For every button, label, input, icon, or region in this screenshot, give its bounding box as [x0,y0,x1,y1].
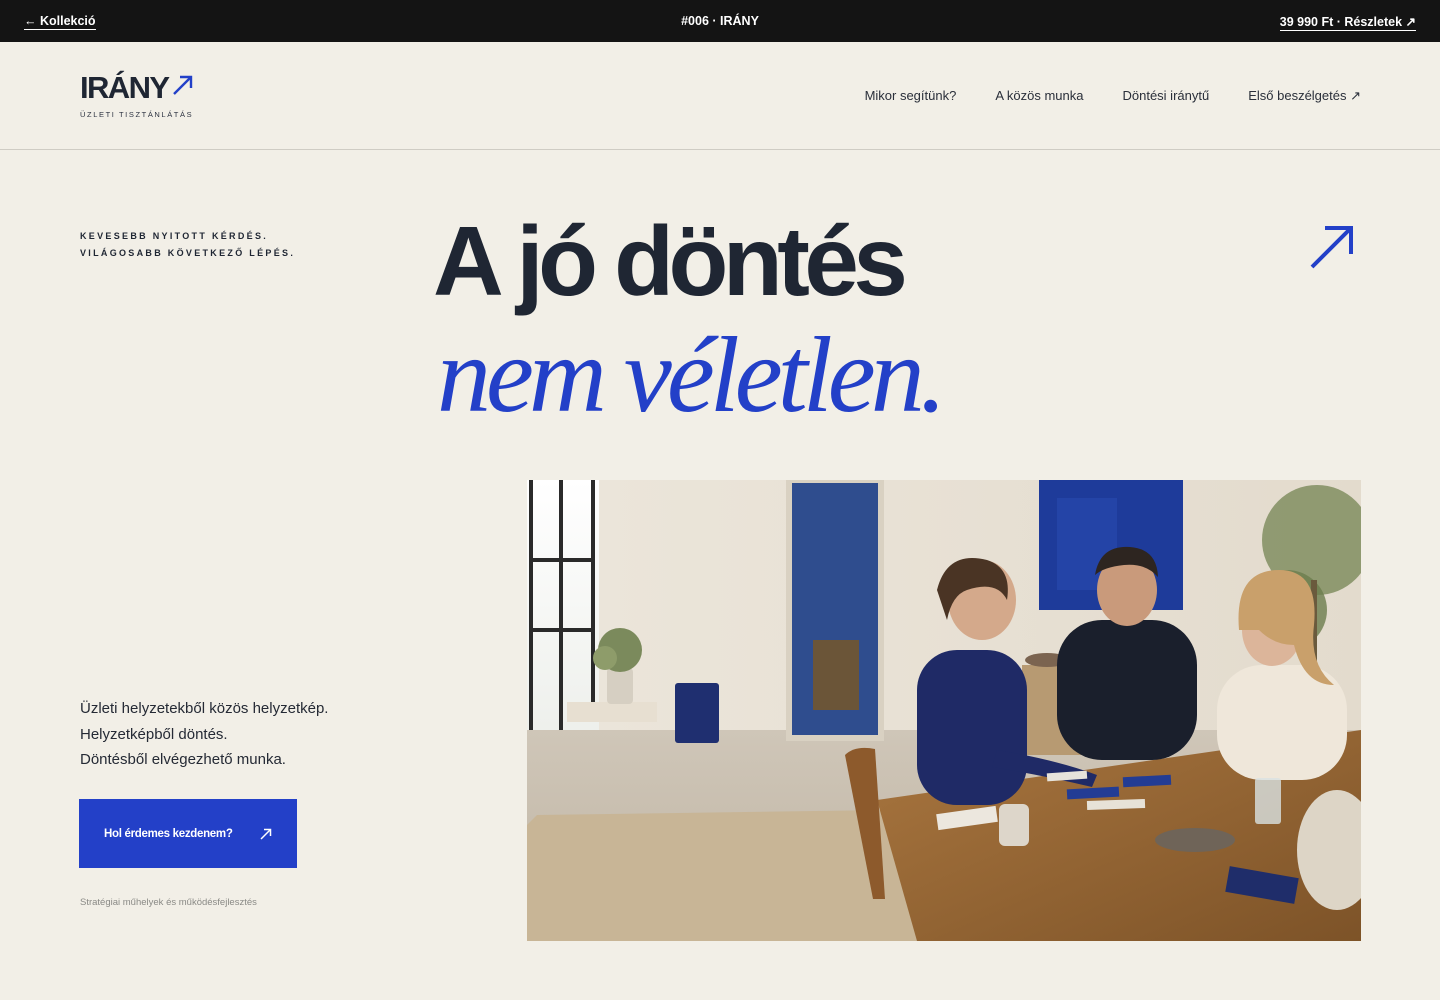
eyebrow-line: VILÁGOSABB KÖVETKEZŐ LÉPÉS. [80,248,296,258]
product-id-label: #006 · IRÁNY [681,14,759,28]
arrow-up-right-icon [173,75,193,95]
arrow-up-right-icon [1310,226,1353,269]
site-header: IRÁNY ÜZLETI TISZTÁNLÁTÁS Mikor segítünk… [0,42,1440,150]
hero-headline-accent: nem véletlen. [437,316,947,435]
hero-footnote: Stratégiai műhelyek és működésfejlesztés [80,897,257,908]
logo-tagline: ÜZLETI TISZTÁNLÁTÁS [80,110,194,119]
lead-line: Helyzetképből döntés. [80,725,228,743]
arrow-up-right-icon [260,828,272,840]
eyebrow-line: KEVESEBB NYITOTT KÉRDÉS. [80,231,269,241]
hero-eyebrow: KEVESEBB NYITOTT KÉRDÉS. VILÁGOSABB KÖVE… [80,228,295,262]
nav-item-decision-compass[interactable]: Döntési iránytű [1122,88,1209,104]
nav-item-when-we-help[interactable]: Mikor segítünk? [865,88,957,104]
top-bar: ← Kollekció #006 · IRÁNY 39 990 Ft · Rés… [0,0,1440,42]
hero-lead: Üzleti helyzetekből közös helyzetkép. He… [80,696,328,773]
hero-photo [527,480,1361,941]
logo-wordmark: IRÁNY [80,70,170,105]
lead-line: Döntésből elvégezhető munka. [80,751,286,768]
where-to-start-button[interactable]: Hol érdemes kezdenem? [79,799,297,868]
main-nav: Mikor segítünk? A közös munka Döntési ir… [865,88,1361,104]
nav-item-first-conversation[interactable]: Első beszélgetés ↗ [1248,88,1361,104]
logo[interactable]: IRÁNY ÜZLETI TISZTÁNLÁTÁS [80,70,193,119]
hero-headline: A jó döntés [433,206,908,316]
price-details-link[interactable]: 39 990 Ft · Részletek ↗ [1279,14,1416,31]
cta-label: Hol érdemes kezdenem? [104,827,233,840]
lead-line: Üzleti helyzetekből közös helyzetkép. [80,700,329,717]
nav-item-working-together[interactable]: A közös munka [995,88,1083,104]
